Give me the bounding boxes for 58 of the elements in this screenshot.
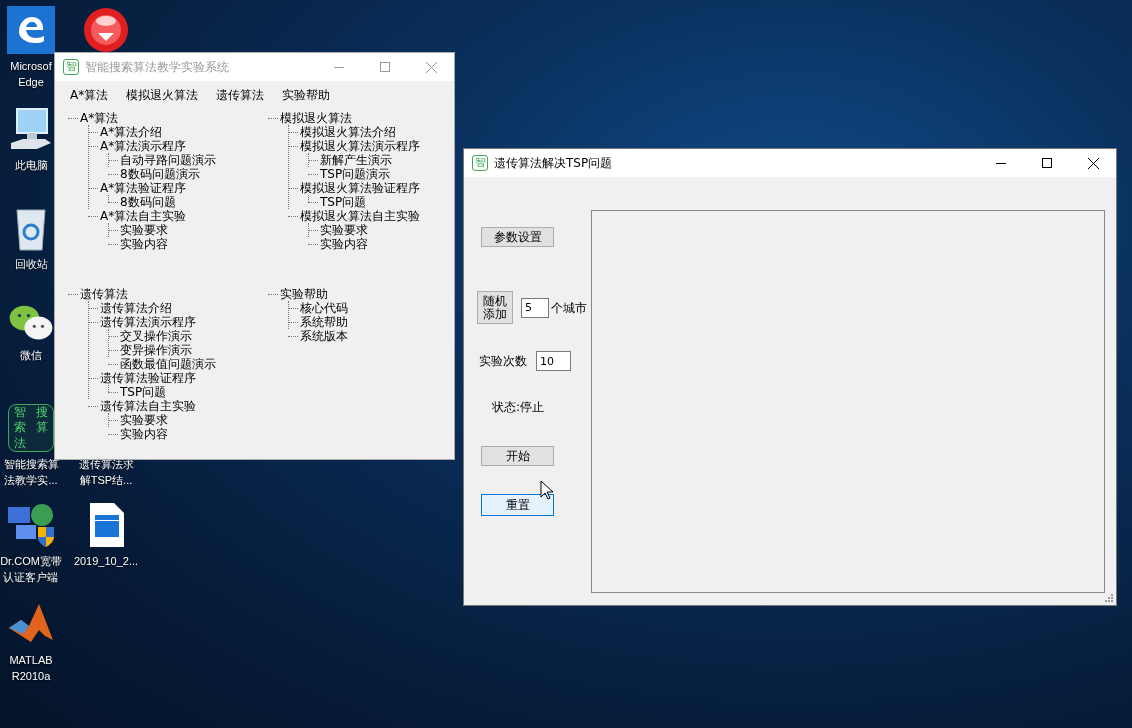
tree-item[interactable]: 模拟退火算法验证程序 xyxy=(300,181,420,195)
icon-label: 智能搜索算 法教学实... xyxy=(3,457,59,488)
resize-grip-icon[interactable] xyxy=(1105,594,1113,602)
tree-item[interactable]: A*算法演示程序 xyxy=(100,139,187,153)
icon-label: MATLAB R2010a xyxy=(9,653,53,684)
tree-item[interactable]: TSP问题演示 xyxy=(320,167,391,181)
icon-label: 2019_10_2... xyxy=(73,554,139,569)
icon-label: Dr.COM宽带 认证客户端 xyxy=(0,554,62,585)
add-button[interactable]: 随机添加 xyxy=(477,291,513,324)
tree-item[interactable]: A*算法验证程序 xyxy=(100,181,187,195)
tree-item[interactable]: 系统版本 xyxy=(300,329,348,343)
tree-item[interactable]: TSP问题 xyxy=(320,195,367,209)
edge-icon[interactable] xyxy=(7,6,55,54)
button[interactable]: 开始 xyxy=(481,446,554,466)
app-icon: 智 xyxy=(472,155,488,171)
tree-item[interactable]: 实验要求 xyxy=(120,223,168,237)
tree-item[interactable]: 核心代码 xyxy=(300,301,348,315)
icon-label: 微信 xyxy=(20,348,42,363)
tree-item[interactable]: 变异操作演示 xyxy=(120,343,192,357)
tree-item[interactable]: 遗传算法演示程序 xyxy=(100,315,196,329)
tree-item[interactable]: 实验内容 xyxy=(120,237,168,251)
button[interactable]: 重置 xyxy=(481,494,554,516)
tree-item[interactable]: 8数码问题 xyxy=(120,195,176,209)
tree-item[interactable]: 8数码问题演示 xyxy=(120,167,200,181)
tree-item[interactable]: 实验内容 xyxy=(320,237,368,251)
tree-item[interactable]: TSP问题 xyxy=(120,385,167,399)
tree-item[interactable]: 自动寻路问题演示 xyxy=(120,153,216,167)
icon-label: Microsof Edge xyxy=(10,59,52,90)
window-title: 遗传算法解决TSP问题 xyxy=(494,154,614,172)
tree-item[interactable]: 遗传算法自主实验 xyxy=(100,399,196,413)
tree-item[interactable]: A*算法介绍 xyxy=(100,125,163,139)
window-title: 智能搜索算法教学实验系统 xyxy=(85,58,230,76)
input-field[interactable]: 5 xyxy=(521,297,549,318)
tree-item[interactable]: 模拟退火算法介绍 xyxy=(300,125,396,139)
app-icon: 智 xyxy=(63,59,79,75)
field-label: 个城市 xyxy=(551,299,587,316)
tree-item[interactable]: 遗传算法验证程序 xyxy=(100,371,196,385)
tree-item[interactable]: 遗传算法介绍 xyxy=(100,301,172,315)
tree-item[interactable]: A*算法自主实验 xyxy=(100,209,187,223)
status-text: 状态:停止 xyxy=(492,399,545,415)
app-tile-icon[interactable]: 智搜索算法 xyxy=(8,404,54,452)
tree-item[interactable]: 实验要求 xyxy=(320,223,368,237)
tree-item[interactable]: 模拟退火算法自主实验 xyxy=(300,209,420,223)
tree-item[interactable]: 系统帮助 xyxy=(300,315,348,329)
input-field[interactable]: 10 xyxy=(536,351,571,371)
field-label: 实验次数 xyxy=(479,353,527,369)
icon-label: 遗传算法求 解TSP结... xyxy=(78,457,134,488)
icon-label: 回收站 xyxy=(14,257,48,272)
tree-item[interactable]: 实验内容 xyxy=(120,427,168,441)
mouse-pointer-icon xyxy=(540,480,554,500)
tree-item[interactable]: 实验要求 xyxy=(120,413,168,427)
icon-label: 此电脑 xyxy=(14,158,48,173)
tree-item[interactable]: 模拟退火算法演示程序 xyxy=(300,139,420,153)
tree-item[interactable]: 函数最值问题演示 xyxy=(120,357,216,371)
tree-item[interactable]: 新解产生演示 xyxy=(320,153,392,167)
tree-item[interactable]: 交叉操作演示 xyxy=(120,329,192,343)
ball-icon[interactable] xyxy=(82,6,130,54)
button[interactable]: 参数设置 xyxy=(481,227,554,247)
